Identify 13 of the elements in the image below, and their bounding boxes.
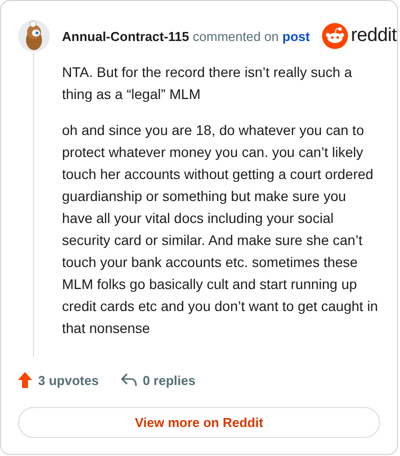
reddit-logo-icon — [322, 23, 348, 49]
avatar-icon — [18, 20, 50, 52]
view-more-button[interactable]: View more on Reddit — [18, 407, 380, 438]
post-link[interactable]: post — [282, 28, 310, 44]
reply-arrow-icon — [120, 373, 137, 387]
username[interactable]: Annual-Contract-115 — [62, 28, 190, 44]
action-text: commented on — [192, 28, 279, 44]
upvote-arrow-icon — [18, 372, 32, 388]
reply-count: 0 replies — [142, 372, 196, 388]
comment-paragraph: oh and since you are 18, do whatever you can to protect whatever money you can. you can’t likely touch her accounts without getting a court ordered guardianship or something but make sure you have all your vital docs including your social security card or similar. And make sure she can’t touch your bank accounts etc. sometimes these MLM folks go basically cult and start running up credit cards etc and you don’t want to get caught in that nonsense — [62, 121, 379, 338]
brand-name: reddit — [350, 25, 397, 47]
upvote-count: 3 upvotes — [38, 372, 99, 388]
comment-paragraph: NTA. But for the record there isn’t really such a thing as a “legal” MLM — [62, 63, 353, 104]
